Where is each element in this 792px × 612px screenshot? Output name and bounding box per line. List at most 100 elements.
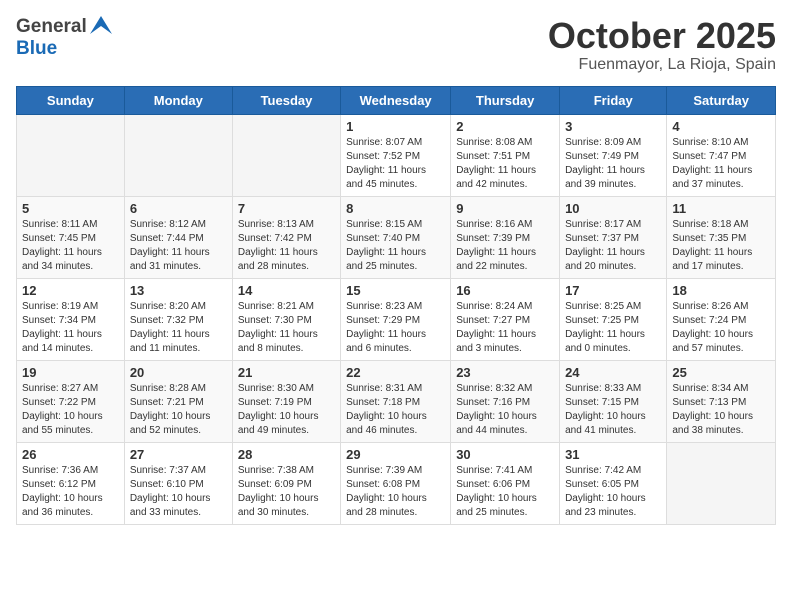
day-number: 1 [346, 119, 445, 134]
calendar-cell: 19 Sunrise: 8:27 AM Sunset: 7:22 PM Dayli… [17, 360, 125, 442]
day-info: Sunrise: 8:19 AM Sunset: 7:34 PM Dayligh… [22, 300, 119, 356]
title-block: October 2025 Fuenmayor, La Rioja, Spain [548, 16, 776, 74]
day-info: Sunrise: 8:18 AM Sunset: 7:35 PM Dayligh… [672, 218, 770, 274]
day-number: 14 [238, 283, 335, 298]
weekday-header: Thursday [451, 86, 560, 114]
day-number: 2 [456, 119, 554, 134]
calendar-cell: 7Sunrise: 8:13 AM Sunset: 7:42 PM Daylig… [232, 196, 340, 278]
day-number: 12 [22, 283, 119, 298]
weekday-header: Monday [124, 86, 232, 114]
calendar-week-row: 12 Sunrise: 8:19 AM Sunset: 7:34 PM Dayli… [17, 278, 776, 360]
day-info: Sunrise: 8:20 AM Sunset: 7:32 PM Dayligh… [130, 300, 227, 356]
day-number: 20 [130, 365, 227, 380]
day-number: 26 [22, 447, 119, 462]
day-number: 10 [565, 201, 661, 216]
day-number: 6 [130, 201, 227, 216]
day-info: Sunrise: 8:28 AM Sunset: 7:21 PM Dayligh… [130, 382, 227, 438]
calendar-header-row: SundayMondayTuesdayWednesdayThursdayFrid… [17, 86, 776, 114]
day-info: Sunrise: 8:10 AM Sunset: 7:47 PM Dayligh… [672, 136, 770, 192]
day-number: 29 [346, 447, 445, 462]
day-number: 30 [456, 447, 554, 462]
calendar-cell: 20 Sunrise: 8:28 AM Sunset: 7:21 PM Dayli… [124, 360, 232, 442]
calendar-cell: 15 Sunrise: 8:23 AM Sunset: 7:29 PM Dayli… [341, 278, 451, 360]
calendar-cell: 22Sunrise: 8:31 AM Sunset: 7:18 PM Dayli… [341, 360, 451, 442]
weekday-header: Saturday [667, 86, 776, 114]
day-info: Sunrise: 7:39 AM Sunset: 6:08 PM Dayligh… [346, 464, 445, 520]
day-number: 8 [346, 201, 445, 216]
calendar-week-row: 1Sunrise: 8:07 AM Sunset: 7:52 PM Daylig… [17, 114, 776, 196]
day-number: 17 [565, 283, 661, 298]
calendar-week-row: 5 Sunrise: 8:11 AM Sunset: 7:45 PM Daylig… [17, 196, 776, 278]
day-info: Sunrise: 8:25 AM Sunset: 7:25 PM Dayligh… [565, 300, 661, 356]
calendar-cell: 26 Sunrise: 7:36 AM Sunset: 6:12 PM Dayli… [17, 442, 125, 524]
day-info: Sunrise: 8:21 AM Sunset: 7:30 PM Dayligh… [238, 300, 335, 356]
day-info: Sunrise: 8:26 AM Sunset: 7:24 PM Dayligh… [672, 300, 770, 356]
day-info: Sunrise: 8:23 AM Sunset: 7:29 PM Dayligh… [346, 300, 445, 356]
weekday-header: Tuesday [232, 86, 340, 114]
calendar-cell: 6 Sunrise: 8:12 AM Sunset: 7:44 PM Daylig… [124, 196, 232, 278]
day-info: Sunrise: 8:34 AM Sunset: 7:13 PM Dayligh… [672, 382, 770, 438]
logo-bird-icon [90, 16, 112, 34]
month-title: October 2025 [548, 16, 776, 56]
day-info: Sunrise: 7:37 AM Sunset: 6:10 PM Dayligh… [130, 464, 227, 520]
calendar-table: SundayMondayTuesdayWednesdayThursdayFrid… [16, 86, 776, 525]
day-number: 13 [130, 283, 227, 298]
calendar-cell: 16Sunrise: 8:24 AM Sunset: 7:27 PM Dayli… [451, 278, 560, 360]
calendar-week-row: 26 Sunrise: 7:36 AM Sunset: 6:12 PM Dayli… [17, 442, 776, 524]
calendar-cell: 12 Sunrise: 8:19 AM Sunset: 7:34 PM Dayli… [17, 278, 125, 360]
day-number: 15 [346, 283, 445, 298]
day-info: Sunrise: 8:33 AM Sunset: 7:15 PM Dayligh… [565, 382, 661, 438]
day-info: Sunrise: 7:36 AM Sunset: 6:12 PM Dayligh… [22, 464, 119, 520]
day-number: 21 [238, 365, 335, 380]
calendar-week-row: 19 Sunrise: 8:27 AM Sunset: 7:22 PM Dayli… [17, 360, 776, 442]
calendar-cell: 11Sunrise: 8:18 AM Sunset: 7:35 PM Dayli… [667, 196, 776, 278]
calendar-cell: 27 Sunrise: 7:37 AM Sunset: 6:10 PM Dayli… [124, 442, 232, 524]
logo: General Blue [16, 16, 112, 60]
calendar-cell: 17 Sunrise: 8:25 AM Sunset: 7:25 PM Dayli… [560, 278, 667, 360]
day-number: 19 [22, 365, 119, 380]
day-info: Sunrise: 8:30 AM Sunset: 7:19 PM Dayligh… [238, 382, 335, 438]
day-number: 4 [672, 119, 770, 134]
logo-blue-text: Blue [16, 38, 57, 60]
calendar-cell: 5 Sunrise: 8:11 AM Sunset: 7:45 PM Daylig… [17, 196, 125, 278]
day-number: 28 [238, 447, 335, 462]
calendar-cell: 24 Sunrise: 8:33 AM Sunset: 7:15 PM Dayli… [560, 360, 667, 442]
weekday-header: Friday [560, 86, 667, 114]
day-number: 23 [456, 365, 554, 380]
day-number: 9 [456, 201, 554, 216]
day-number: 24 [565, 365, 661, 380]
day-number: 5 [22, 201, 119, 216]
day-info: Sunrise: 8:32 AM Sunset: 7:16 PM Dayligh… [456, 382, 554, 438]
weekday-header: Wednesday [341, 86, 451, 114]
page-header: General Blue October 2025 Fuenmayor, La … [16, 16, 776, 74]
calendar-cell: 9Sunrise: 8:16 AM Sunset: 7:39 PM Daylig… [451, 196, 560, 278]
day-info: Sunrise: 8:11 AM Sunset: 7:45 PM Dayligh… [22, 218, 119, 274]
weekday-header: Sunday [17, 86, 125, 114]
day-info: Sunrise: 8:09 AM Sunset: 7:49 PM Dayligh… [565, 136, 661, 192]
calendar-cell: 30Sunrise: 7:41 AM Sunset: 6:06 PM Dayli… [451, 442, 560, 524]
calendar-cell: 13 Sunrise: 8:20 AM Sunset: 7:32 PM Dayli… [124, 278, 232, 360]
calendar-cell: 4 Sunrise: 8:10 AM Sunset: 7:47 PM Daylig… [667, 114, 776, 196]
day-info: Sunrise: 8:08 AM Sunset: 7:51 PM Dayligh… [456, 136, 554, 192]
day-info: Sunrise: 8:15 AM Sunset: 7:40 PM Dayligh… [346, 218, 445, 274]
calendar-cell: 3Sunrise: 8:09 AM Sunset: 7:49 PM Daylig… [560, 114, 667, 196]
day-number: 18 [672, 283, 770, 298]
calendar-cell: 29 Sunrise: 7:39 AM Sunset: 6:08 PM Dayli… [341, 442, 451, 524]
day-info: Sunrise: 8:24 AM Sunset: 7:27 PM Dayligh… [456, 300, 554, 356]
day-info: Sunrise: 8:12 AM Sunset: 7:44 PM Dayligh… [130, 218, 227, 274]
day-number: 7 [238, 201, 335, 216]
calendar-cell [667, 442, 776, 524]
logo-general-text: General [16, 16, 87, 38]
calendar-cell: 21 Sunrise: 8:30 AM Sunset: 7:19 PM Dayli… [232, 360, 340, 442]
calendar-cell: 25 Sunrise: 8:34 AM Sunset: 7:13 PM Dayli… [667, 360, 776, 442]
day-number: 25 [672, 365, 770, 380]
day-info: Sunrise: 7:42 AM Sunset: 6:05 PM Dayligh… [565, 464, 661, 520]
calendar-cell [232, 114, 340, 196]
calendar-cell: 28 Sunrise: 7:38 AM Sunset: 6:09 PM Dayli… [232, 442, 340, 524]
calendar-cell: 18 Sunrise: 8:26 AM Sunset: 7:24 PM Dayli… [667, 278, 776, 360]
calendar-cell [17, 114, 125, 196]
day-number: 27 [130, 447, 227, 462]
day-info: Sunrise: 8:27 AM Sunset: 7:22 PM Dayligh… [22, 382, 119, 438]
calendar-cell: 23 Sunrise: 8:32 AM Sunset: 7:16 PM Dayli… [451, 360, 560, 442]
day-info: Sunrise: 7:38 AM Sunset: 6:09 PM Dayligh… [238, 464, 335, 520]
